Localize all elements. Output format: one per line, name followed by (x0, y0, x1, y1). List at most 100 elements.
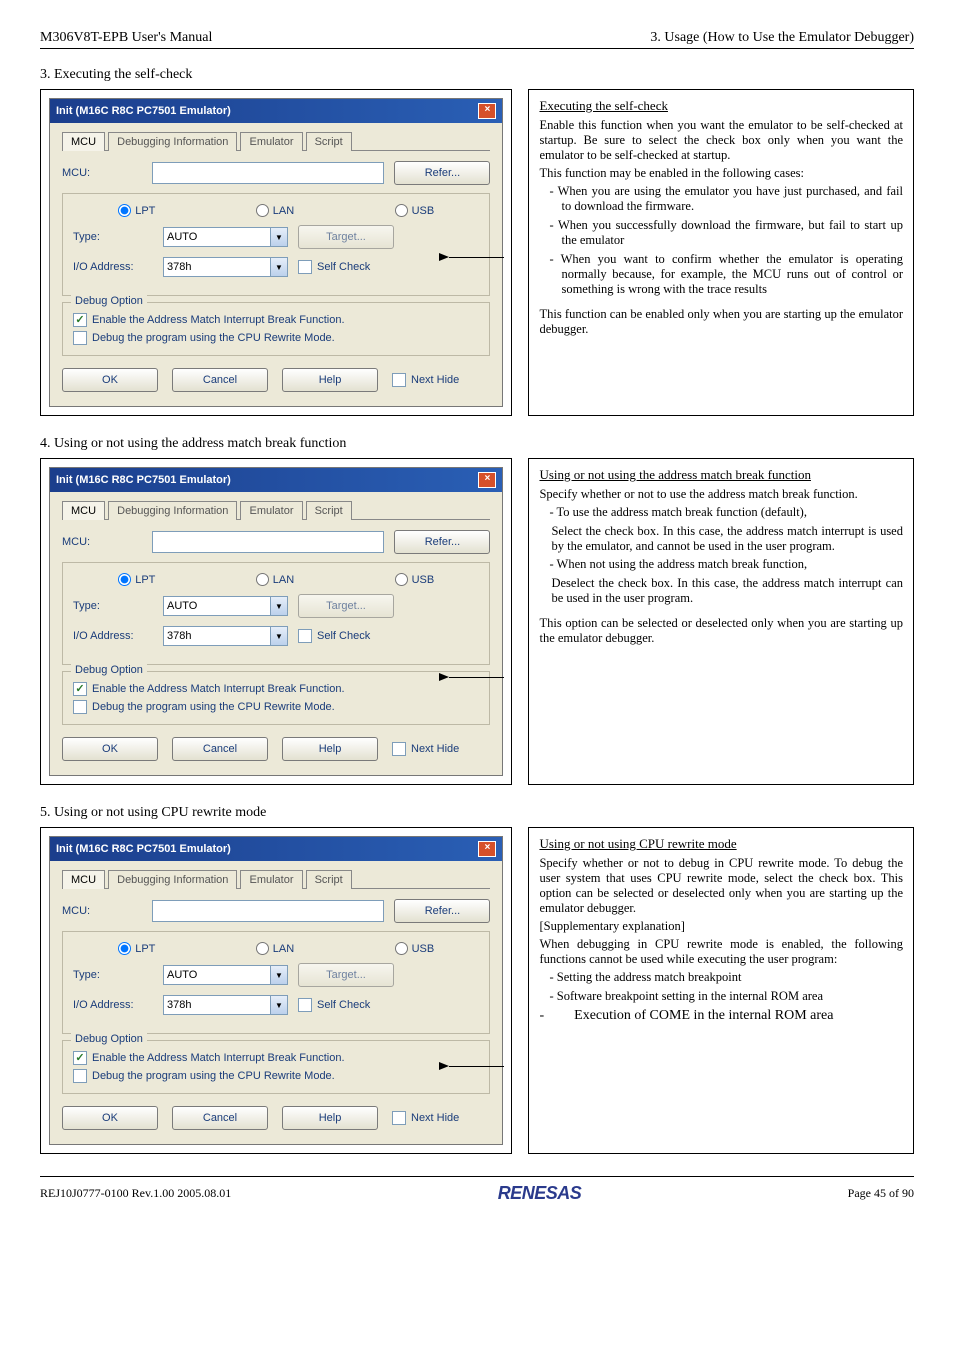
section5-heading: Using or not using CPU rewrite mode (539, 836, 903, 852)
init-dialog-5: Init (M16C R8C PC7501 Emulator) × MCU De… (49, 836, 503, 1145)
ok-button[interactable]: OK (62, 1106, 158, 1130)
chevron-down-icon: ▼ (270, 227, 288, 247)
nexthide-checkbox[interactable]: Next Hide (392, 742, 459, 756)
dialog-titlebar: Init (M16C R8C PC7501 Emulator) × (50, 99, 502, 123)
help-button[interactable]: Help (282, 1106, 378, 1130)
debug-option-group: Debug Option ✓Enable the Address Match I… (62, 302, 490, 356)
init-dialog: Init (M16C R8C PC7501 Emulator) × MCU De… (49, 98, 503, 407)
radio-lpt[interactable]: LPT (118, 942, 155, 955)
radio-lan[interactable]: LAN (256, 942, 294, 955)
section4-li2: When not using the address match break f… (549, 557, 903, 572)
selfcheck-checkbox[interactable]: Self Check (298, 629, 370, 643)
radio-usb[interactable]: USB (395, 942, 435, 955)
radio-lan[interactable]: LAN (256, 573, 294, 586)
mcu-input[interactable] (152, 162, 384, 184)
cancel-button[interactable]: Cancel (172, 737, 268, 761)
enable-address-match-checkbox[interactable]: ✓Enable the Address Match Interrupt Brea… (73, 313, 479, 327)
cpu-rewrite-checkbox[interactable]: Debug the program using the CPU Rewrite … (73, 331, 479, 345)
radio-lan[interactable]: LAN (256, 204, 294, 217)
help-button[interactable]: Help (282, 737, 378, 761)
section3-p2: This function may be enabled in the foll… (539, 166, 903, 181)
tab-script[interactable]: Script (306, 132, 352, 151)
renesas-logo: RENESAS (498, 1183, 582, 1204)
section4-heading: Using or not using the address match bre… (539, 467, 903, 483)
type-select[interactable]: ▼ (163, 596, 288, 616)
section4-li2b: Deselect the check box. In this case, th… (539, 576, 903, 606)
target-button: Target... (298, 225, 394, 249)
target-button: Target... (298, 594, 394, 618)
enable-address-match-checkbox[interactable]: ✓Enable the Address Match Interrupt Brea… (73, 1051, 479, 1065)
close-icon[interactable]: × (478, 103, 496, 119)
dialog-tabs: MCU Debugging Information Emulator Scrip… (62, 131, 490, 151)
io-label: I/O Address: (73, 261, 153, 273)
section5-p1: Specify whether or not to debug in CPU r… (539, 856, 903, 916)
tab-script[interactable]: Script (306, 501, 352, 520)
mcu-label: MCU: (62, 167, 142, 179)
refer-button[interactable]: Refer... (394, 161, 490, 185)
enable-address-match-checkbox[interactable]: ✓Enable the Address Match Interrupt Brea… (73, 682, 479, 696)
section4-li1b: Select the check box. In this case, the … (539, 524, 903, 554)
selfcheck-checkbox[interactable]: Self Check (298, 998, 370, 1012)
tab-debugging[interactable]: Debugging Information (108, 870, 237, 889)
init-dialog-4: Init (M16C R8C PC7501 Emulator) × MCU De… (49, 467, 503, 776)
cancel-button[interactable]: Cancel (172, 1106, 268, 1130)
debug-option-legend: Debug Option (71, 295, 147, 307)
tab-mcu[interactable]: MCU (62, 501, 105, 520)
help-button[interactable]: Help (282, 368, 378, 392)
section5-li3: Execution of COME in the internal ROM ar… (544, 1008, 833, 1023)
io-select[interactable]: ▼ (163, 995, 288, 1015)
section3-dialog-container: Init (M16C R8C PC7501 Emulator) × MCU De… (40, 89, 512, 416)
tab-mcu[interactable]: MCU (62, 132, 105, 151)
footer-left: REJ10J0777-0100 Rev.1.00 2005.08.01 (40, 1186, 231, 1201)
tab-mcu[interactable]: MCU (62, 870, 105, 889)
section4-p1: Specify whether or not to use the addres… (539, 487, 903, 502)
section5-p3: When debugging in CPU rewrite mode is en… (539, 937, 903, 967)
ok-button[interactable]: OK (62, 737, 158, 761)
mcu-input[interactable] (152, 531, 384, 553)
nexthide-checkbox[interactable]: Next Hide (392, 373, 459, 387)
footer-right: Page 45 of 90 (848, 1186, 914, 1201)
cpu-rewrite-checkbox[interactable]: Debug the program using the CPU Rewrite … (73, 1069, 479, 1083)
selfcheck-checkbox[interactable]: Self Check (298, 260, 370, 274)
type-select[interactable]: ▼ (163, 965, 288, 985)
section5-li2: Software breakpoint setting in the inter… (549, 989, 903, 1004)
refer-button[interactable]: Refer... (394, 899, 490, 923)
tab-emulator[interactable]: Emulator (240, 870, 302, 889)
tab-emulator[interactable]: Emulator (240, 501, 302, 520)
tab-script[interactable]: Script (306, 870, 352, 889)
page-footer: REJ10J0777-0100 Rev.1.00 2005.08.01 RENE… (40, 1176, 914, 1204)
io-select[interactable]: ▼ (163, 257, 288, 277)
page-header: M306V8T-EPB User's Manual 3. Usage (How … (40, 30, 914, 49)
section5-p2: [Supplementary explanation] (539, 919, 903, 934)
mcu-input[interactable] (152, 900, 384, 922)
header-right: 3. Usage (How to Use the Emulator Debugg… (650, 30, 914, 46)
tab-emulator[interactable]: Emulator (240, 132, 302, 151)
cpu-rewrite-checkbox[interactable]: Debug the program using the CPU Rewrite … (73, 700, 479, 714)
radio-usb[interactable]: USB (395, 204, 435, 217)
section3-explanation: Executing the self-check Enable this fun… (528, 89, 914, 416)
type-select[interactable]: ▼ (163, 227, 288, 247)
refer-button[interactable]: Refer... (394, 530, 490, 554)
section5-explanation: Using or not using CPU rewrite mode Spec… (528, 827, 914, 1154)
radio-usb[interactable]: USB (395, 573, 435, 586)
io-select[interactable]: ▼ (163, 626, 288, 646)
section3-li1: When you are using the emulator you have… (549, 184, 903, 214)
radio-lpt[interactable]: LPT (118, 204, 155, 217)
cancel-button[interactable]: Cancel (172, 368, 268, 392)
section3-li2: When you successfully download the firmw… (549, 218, 903, 248)
section3-heading: Executing the self-check (539, 98, 903, 114)
radio-lpt[interactable]: LPT (118, 573, 155, 586)
target-button: Target... (298, 963, 394, 987)
tab-debugging[interactable]: Debugging Information (108, 501, 237, 520)
nexthide-checkbox[interactable]: Next Hide (392, 1111, 459, 1125)
section5-title: 5. Using or not using CPU rewrite mode (40, 805, 914, 821)
close-icon[interactable]: × (478, 472, 496, 488)
close-icon[interactable]: × (478, 841, 496, 857)
type-label: Type: (73, 231, 153, 243)
section5-dialog-container: Init (M16C R8C PC7501 Emulator) × MCU De… (40, 827, 512, 1154)
ok-button[interactable]: OK (62, 368, 158, 392)
tab-debugging[interactable]: Debugging Information (108, 132, 237, 151)
dialog-titlebar: Init (M16C R8C PC7501 Emulator) × (50, 468, 502, 492)
chevron-down-icon: ▼ (270, 257, 288, 277)
section4-dialog-container: Init (M16C R8C PC7501 Emulator) × MCU De… (40, 458, 512, 785)
